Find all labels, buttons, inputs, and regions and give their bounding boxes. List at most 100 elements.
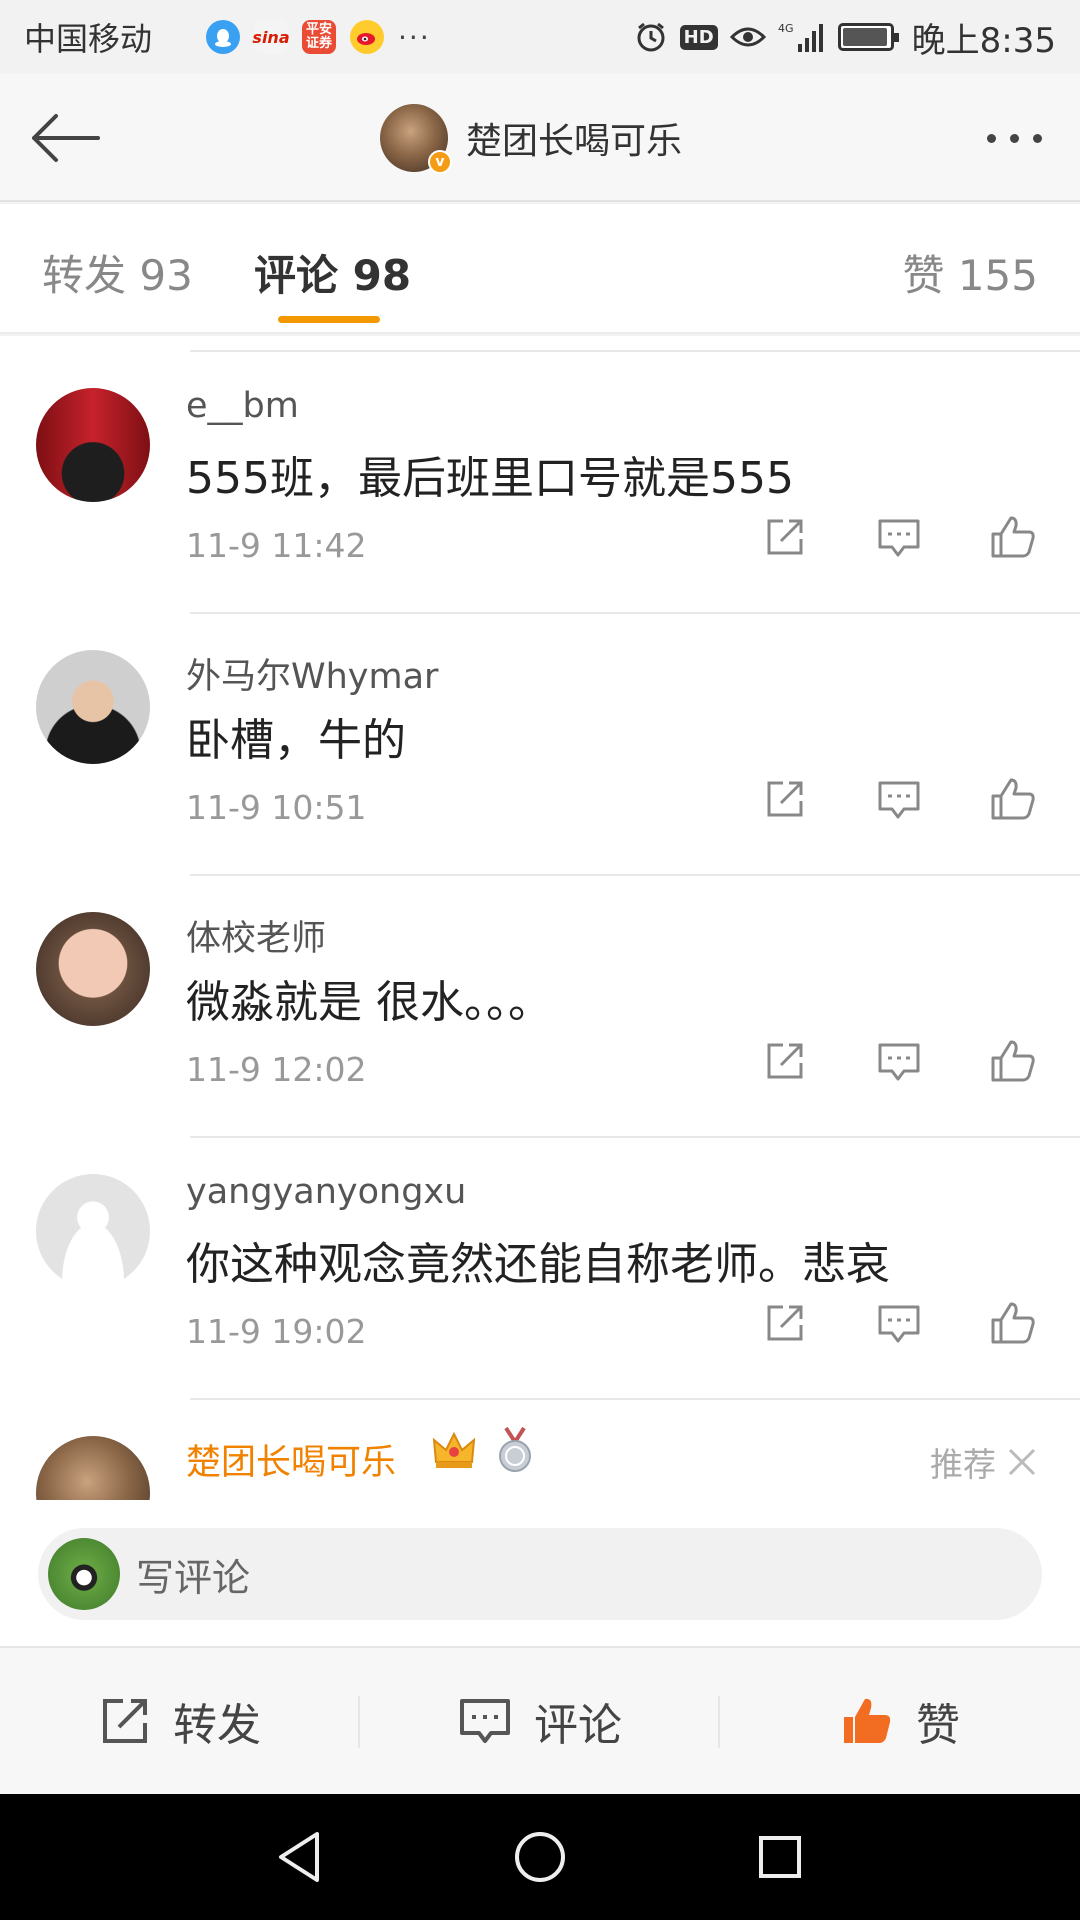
- triangle-back-icon: [279, 1832, 319, 1882]
- more-dot-icon: [986, 133, 996, 143]
- reply-button[interactable]: [874, 1298, 924, 1348]
- write-comment-input[interactable]: 写评论: [38, 1528, 1042, 1620]
- tab-repost[interactable]: 转发 93: [42, 242, 193, 303]
- repost-button[interactable]: 转发: [0, 1648, 360, 1794]
- comment-text: 微淼就是 很水。。。: [186, 977, 552, 1028]
- share-button[interactable]: [760, 512, 810, 562]
- write-comment-area: 写评论: [0, 1500, 1080, 1646]
- network-type-label: 4G: [778, 22, 794, 35]
- share-icon: [767, 1305, 803, 1341]
- bottom-toolbar: 转发 评论 赞: [0, 1646, 1080, 1794]
- recommend-tag[interactable]: 推荐: [930, 1438, 1038, 1486]
- thumbs-up-filled-icon: [844, 1698, 891, 1743]
- share-button[interactable]: [760, 774, 810, 824]
- comment-icon: [878, 1305, 920, 1343]
- user-avatar[interactable]: [36, 650, 150, 764]
- qq-icon: [206, 20, 241, 54]
- eye-comfort-icon: [729, 23, 766, 51]
- comment-item[interactable]: 楚团长喝可乐 推荐: [0, 1400, 1080, 1500]
- comment-time: 11-9 12:02: [186, 1050, 367, 1089]
- share-icon: [767, 1043, 803, 1079]
- comment-username[interactable]: 体校老师: [186, 910, 326, 961]
- comment-icon: [878, 781, 920, 819]
- more-notifications-icon: ···: [398, 20, 431, 54]
- like-button[interactable]: [988, 1298, 1038, 1348]
- active-tab-indicator: [278, 316, 380, 323]
- back-arrow-icon: [32, 114, 100, 162]
- share-icon: [767, 519, 803, 555]
- comment-username[interactable]: 外马尔Whymar: [186, 648, 438, 699]
- comment-icon: [878, 1043, 920, 1081]
- like-label: 赞: [916, 1700, 960, 1751]
- comment-time: 11-9 11:42: [186, 526, 367, 565]
- alarm-icon: [634, 20, 668, 54]
- tab-likes[interactable]: 赞 155: [902, 242, 1038, 303]
- comment-button[interactable]: 评论: [360, 1648, 720, 1794]
- comment-item[interactable]: e__bm 555班，最后班里口号就是555 11-9 11:42: [0, 352, 1080, 614]
- comment-username[interactable]: yangyanyongxu: [186, 1172, 466, 1212]
- my-avatar: [48, 1538, 120, 1610]
- sina-icon: sina: [252, 20, 290, 54]
- carrier-label: 中国移动: [24, 20, 153, 58]
- comment-icon: [460, 1699, 510, 1743]
- more-options-button[interactable]: [974, 102, 1054, 174]
- verified-icon: v: [428, 150, 452, 174]
- comment-username[interactable]: 楚团长喝可乐: [186, 1434, 396, 1485]
- like-button[interactable]: [988, 1036, 1038, 1086]
- reply-button[interactable]: [874, 1036, 924, 1086]
- thumbs-up-icon: [991, 778, 1035, 820]
- more-dot-icon: [1032, 133, 1042, 143]
- share-button[interactable]: [760, 1298, 810, 1348]
- comment-item[interactable]: yangyanyongxu 你这种观念竟然还能自称老师。悲哀 11-9 19:0…: [0, 1138, 1080, 1400]
- reply-button[interactable]: [874, 512, 924, 562]
- comment-icon: [878, 519, 920, 557]
- more-dot-icon: [1009, 133, 1019, 143]
- battery-icon: [837, 23, 899, 51]
- system-back-button[interactable]: [265, 1822, 335, 1892]
- crown-badge-icon: [432, 1431, 476, 1468]
- share-icon: [767, 781, 803, 817]
- repost-icon: [103, 1699, 147, 1743]
- status-bar: 中国移动 sina 平安 证券 ··· HD 4G 晚上8:35: [0, 0, 1080, 74]
- comment-list[interactable]: e__bm 555班，最后班里口号就是555 11-9 11:42 外马尔Why…: [0, 336, 1080, 1500]
- user-avatar[interactable]: [36, 912, 150, 1026]
- circle-home-icon: [515, 1832, 565, 1882]
- header-avatar: v: [380, 104, 452, 174]
- header-user[interactable]: v 楚团长喝可乐: [380, 102, 682, 174]
- comment-username[interactable]: e__bm: [186, 386, 299, 426]
- system-recents-button[interactable]: [745, 1822, 815, 1892]
- comment-text: 555班，最后班里口号就是555: [186, 453, 794, 504]
- reply-button[interactable]: [874, 774, 924, 824]
- recommend-label: 推荐: [930, 1445, 996, 1484]
- medal-badge-icon: [499, 1426, 531, 1472]
- like-button[interactable]: [988, 774, 1038, 824]
- comment-time: 11-9 19:02: [186, 1312, 367, 1351]
- tab-comments[interactable]: 评论 98: [254, 242, 411, 303]
- back-button[interactable]: [22, 102, 106, 174]
- system-nav-bar: [0, 1794, 1080, 1920]
- close-icon[interactable]: [1006, 1446, 1038, 1478]
- page-title: 楚团长喝可乐: [466, 121, 683, 162]
- user-avatar[interactable]: [36, 1436, 150, 1500]
- user-avatar[interactable]: [36, 388, 150, 502]
- user-avatar[interactable]: [36, 1174, 150, 1288]
- nav-bar: v 楚团长喝可乐: [0, 74, 1080, 202]
- signal-icon: 4G: [778, 20, 826, 54]
- comment-time: 11-9 10:51: [186, 788, 367, 827]
- like-button[interactable]: [988, 512, 1038, 562]
- hd-icon: HD: [679, 24, 718, 50]
- comment-item[interactable]: 外马尔Whymar 卧槽，牛的 11-9 10:51: [0, 614, 1080, 876]
- system-home-button[interactable]: [505, 1822, 575, 1892]
- weibo-icon: [350, 20, 385, 54]
- write-comment-placeholder: 写评论: [136, 1555, 251, 1600]
- comment-text: 卧槽，牛的: [186, 715, 406, 766]
- comment-label: 评论: [534, 1700, 622, 1751]
- clock-label: 晚上8:35: [911, 20, 1056, 61]
- repost-label: 转发: [173, 1700, 261, 1751]
- share-button[interactable]: [760, 1036, 810, 1086]
- pingan-securities-icon: 平安 证券: [302, 20, 337, 54]
- thumbs-up-icon: [991, 1040, 1035, 1082]
- comment-item[interactable]: 体校老师 微淼就是 很水。。。 11-9 12:02: [0, 876, 1080, 1138]
- tab-bar: 转发 93 评论 98 赞 155: [0, 204, 1080, 334]
- like-button[interactable]: 赞: [720, 1648, 1080, 1794]
